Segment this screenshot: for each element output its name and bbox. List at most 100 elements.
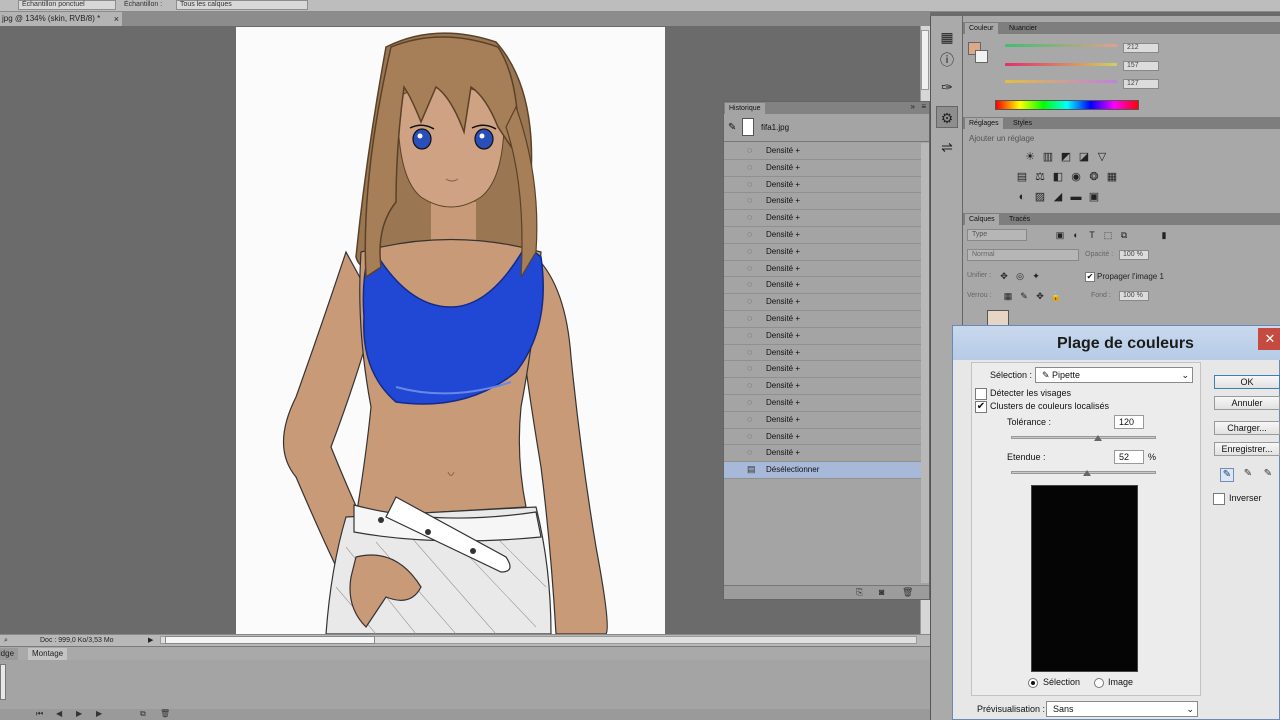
zoom-icon[interactable]: ⌕ xyxy=(4,635,8,646)
smart-object-filter-icon[interactable]: ⧉ xyxy=(1117,229,1131,241)
history-step[interactable]: ◌ Densité + xyxy=(724,378,921,395)
history-step[interactable]: ◌ Densité + xyxy=(724,277,921,295)
brightness-icon[interactable]: ☀ xyxy=(1023,151,1037,163)
load-button[interactable]: Charger... xyxy=(1214,421,1280,435)
tab-reglages[interactable]: Réglages xyxy=(965,118,1003,129)
camera-icon[interactable]: ◙ xyxy=(879,587,884,597)
unify-position-icon[interactable]: ✥ xyxy=(997,270,1011,282)
image-radio[interactable] xyxy=(1094,678,1104,688)
info-icon[interactable]: ⓘ xyxy=(936,49,958,71)
preview-select[interactable]: Sans ⌄ xyxy=(1046,701,1198,717)
duplicate-frame-icon[interactable]: ⧉ xyxy=(140,709,146,719)
background-color-swatch[interactable] xyxy=(975,50,988,63)
close-icon[interactable]: × xyxy=(114,12,119,26)
save-button[interactable]: Enregistrer... xyxy=(1214,442,1280,456)
tab-mini-bridge[interactable]: Mini Bridge xyxy=(0,648,19,660)
invert-icon[interactable]: ◐ xyxy=(1015,191,1029,203)
history-step[interactable]: ◌ Densité + xyxy=(724,310,921,328)
selection-radio[interactable] xyxy=(1028,678,1038,688)
range-input[interactable]: 52 xyxy=(1114,450,1144,464)
history-step[interactable]: ◌ Densité + xyxy=(724,394,921,412)
photo-filter-icon[interactable]: ◉ xyxy=(1069,171,1083,183)
tab-styles[interactable]: Styles xyxy=(1009,118,1036,129)
history-step[interactable]: ◌ Densité + xyxy=(724,193,921,211)
cancel-button[interactable]: Annuler xyxy=(1214,396,1280,410)
lock-pixels-icon[interactable]: ✎ xyxy=(1017,290,1031,302)
tolerance-input[interactable]: 120 xyxy=(1114,415,1144,429)
tolerance-slider[interactable] xyxy=(1011,436,1156,439)
levels-icon[interactable]: ▥ xyxy=(1041,151,1055,163)
opacity-field[interactable]: 100 % xyxy=(1119,250,1149,260)
history-step[interactable]: ◌ Densité + xyxy=(724,428,921,446)
vertical-scroll-thumb[interactable] xyxy=(921,30,929,90)
history-snapshot[interactable]: ✎ fifa1.jpg xyxy=(724,114,929,142)
play-icon[interactable]: ▶ xyxy=(148,635,153,646)
selective-color-icon[interactable]: ▣ xyxy=(1087,191,1101,203)
layer-thumbnail[interactable] xyxy=(987,310,1009,326)
lock-transparency-icon[interactable]: ▦ xyxy=(1001,290,1015,302)
tolerance-slider-thumb[interactable] xyxy=(1094,435,1102,441)
history-step[interactable]: ◌ Densité + xyxy=(724,176,921,194)
threshold-icon[interactable]: ◢ xyxy=(1051,191,1065,203)
previous-frame-icon[interactable]: ◀ xyxy=(56,709,62,718)
propagate-checkbox[interactable]: ✔ xyxy=(1085,272,1095,282)
history-step[interactable]: ◌ Densité + xyxy=(724,445,921,463)
add-to-sample-icon[interactable]: ✎ xyxy=(1241,468,1255,482)
first-frame-icon[interactable]: ⏮ xyxy=(36,709,43,719)
gradient-map-icon[interactable]: ▬ xyxy=(1069,191,1083,203)
selection-select[interactable]: ✎ Pipette ⌄ xyxy=(1035,367,1193,383)
history-step[interactable]: ◌ Densité + xyxy=(724,294,921,311)
color-spectrum-bar[interactable] xyxy=(995,100,1139,110)
type-filter-icon[interactable]: T xyxy=(1085,229,1099,241)
history-step[interactable]: ◌ Densité + xyxy=(724,361,921,379)
new-document-icon[interactable]: ⎘ xyxy=(856,587,863,598)
history-step[interactable]: ◌ Densité + xyxy=(724,411,921,429)
tab-couleur[interactable]: Couleur xyxy=(965,23,998,34)
vibrance-icon[interactable]: ▽ xyxy=(1095,151,1109,163)
red-slider[interactable] xyxy=(1005,44,1117,47)
history-step[interactable]: ◌ Densité + xyxy=(724,226,921,244)
subtract-from-sample-icon[interactable]: ✎ xyxy=(1261,468,1275,482)
selection-preview[interactable] xyxy=(1031,485,1138,672)
hue-saturation-icon[interactable]: ▤ xyxy=(1015,171,1029,183)
properties-icon[interactable]: ⚙ xyxy=(936,106,958,128)
history-step[interactable]: ◌ Densité + xyxy=(724,260,921,278)
history-step[interactable]: ▤ Désélectionner xyxy=(724,462,921,479)
range-slider-thumb[interactable] xyxy=(1083,470,1091,476)
next-frame-icon[interactable]: ▶ xyxy=(96,709,102,718)
red-value[interactable]: 212 xyxy=(1123,43,1159,53)
horizontal-scroll-thumb[interactable] xyxy=(165,636,375,644)
sample-size-select[interactable]: Échantillon ponctuel xyxy=(18,0,116,10)
local-clusters-checkbox[interactable]: ✔ xyxy=(975,401,987,413)
color-lookup-icon[interactable]: ▦ xyxy=(1105,171,1119,183)
history-step[interactable]: ◌ Densité + xyxy=(724,143,921,160)
brush-panel-icon[interactable]: ✑ xyxy=(936,76,958,98)
shape-filter-icon[interactable]: ⬚ xyxy=(1101,229,1115,241)
history-scrollbar[interactable] xyxy=(921,143,929,583)
ok-button[interactable]: OK xyxy=(1214,375,1280,389)
adjustment-filter-icon[interactable]: ◐ xyxy=(1069,229,1083,241)
detect-faces-checkbox[interactable] xyxy=(975,388,987,400)
history-step[interactable]: ◌ Densité + xyxy=(724,210,921,227)
blue-slider[interactable] xyxy=(1005,80,1117,83)
close-icon[interactable]: ✕ xyxy=(1258,328,1280,350)
history-step[interactable]: ◌ Densité + xyxy=(724,159,921,177)
lock-all-icon[interactable]: 🔒 xyxy=(1049,290,1063,302)
invert-checkbox[interactable] xyxy=(1213,493,1225,505)
green-value[interactable]: 157 xyxy=(1123,61,1159,71)
tab-nuancier[interactable]: Nuancier xyxy=(1005,23,1041,34)
unify-style-icon[interactable]: ✦ xyxy=(1029,270,1043,282)
tab-calques[interactable]: Calques xyxy=(965,214,999,225)
trash-icon[interactable]: 🗑 xyxy=(902,587,913,598)
blend-mode-select[interactable]: Normal xyxy=(967,249,1079,261)
sample-layers-select[interactable]: Tous les calques xyxy=(176,0,308,10)
canvas-image[interactable] xyxy=(236,27,665,634)
adjustments-icon[interactable]: ⇌ xyxy=(936,136,958,158)
green-slider[interactable] xyxy=(1005,63,1117,66)
filter-toggle-icon[interactable]: ▮ xyxy=(1157,229,1171,241)
tab-traces[interactable]: Tracés xyxy=(1005,214,1034,225)
posterize-icon[interactable]: ▨ xyxy=(1033,191,1047,203)
blue-value[interactable]: 127 xyxy=(1123,79,1159,89)
exposure-icon[interactable]: ◪ xyxy=(1077,151,1091,163)
history-step[interactable]: ◌ Densité + xyxy=(724,243,921,261)
